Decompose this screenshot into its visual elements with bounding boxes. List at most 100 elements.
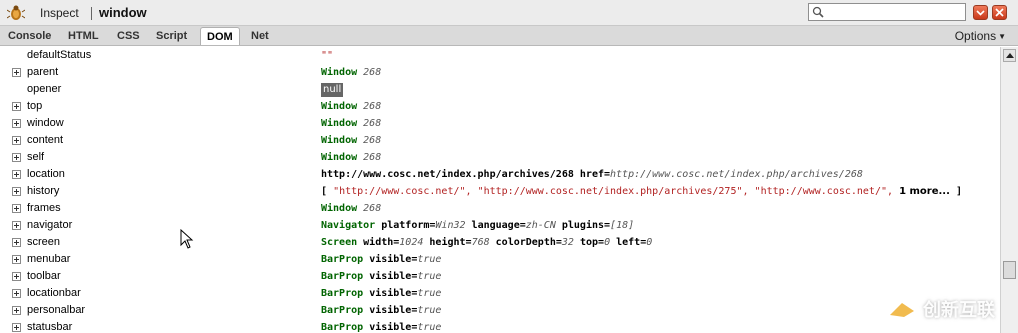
dom-row-personalbar[interactable]: personalbar BarProp visible=true [0,302,1000,319]
dom-prop-name: parent [27,66,59,78]
dom-prop-value[interactable]: http://www.cosc.net/index.php/archives/2… [321,166,863,183]
expand-icon[interactable] [12,153,21,162]
dom-prop-name: locationbar [27,287,81,299]
expand-icon[interactable] [12,136,21,145]
expand-icon[interactable] [12,289,21,298]
expand-icon[interactable] [12,102,21,111]
object-id: 268 [363,203,382,214]
dom-prop-name: statusbar [27,321,73,333]
expand-icon[interactable] [12,221,21,230]
expand-icon[interactable] [12,238,21,247]
dom-prop-value[interactable]: Navigator platform=Win32 language=zh-CN … [321,217,634,234]
dom-prop-value[interactable]: [ "http://www.cosc.net/", "http://www.co… [321,183,962,200]
dom-prop-value[interactable]: BarProp visible=true [321,251,441,268]
object-type: Navigator [321,220,376,231]
minimize-button[interactable] [973,5,988,20]
attr-name: language= [471,220,526,231]
attr-name: height= [429,237,472,248]
dom-prop-value[interactable]: Window 268 [321,132,381,149]
tab-net[interactable]: Net [245,27,275,45]
history-entry: "http://www.cosc.net/", [333,186,472,197]
dom-prop-value[interactable]: Window 268 [321,200,381,217]
expand-icon[interactable] [12,255,21,264]
dom-row-location[interactable]: location http://www.cosc.net/index.php/a… [0,166,1000,183]
attr-value: 0 [604,237,611,248]
dom-row-toolbar[interactable]: toolbar BarProp visible=true [0,268,1000,285]
attr-name: colorDepth= [495,237,562,248]
options-menu[interactable]: Options ▼ [955,27,1006,45]
dom-prop-value[interactable]: BarProp visible=true [321,302,441,319]
firebug-icon[interactable] [7,4,25,22]
attr-value: 768 [471,237,490,248]
dom-prop-value[interactable]: Screen width=1024 height=768 colorDepth=… [321,234,652,251]
tab-css[interactable]: CSS [111,27,146,45]
expand-icon[interactable] [12,187,21,196]
expand-icon[interactable] [12,119,21,128]
dom-row-top[interactable]: top Window 268 [0,98,1000,115]
inspect-button[interactable]: Inspect [34,3,85,23]
object-id: 268 [363,101,382,112]
search-box[interactable] [808,3,966,21]
array-close-bracket: ] [955,186,962,197]
dom-prop-value[interactable]: BarProp visible=true [321,285,441,302]
dom-row-frames[interactable]: frames Window 268 [0,200,1000,217]
minimize-icon [976,10,985,16]
attr-name: href= [579,169,611,180]
close-button[interactable] [992,5,1007,20]
object-type: BarProp [321,322,364,333]
attr-value: true [417,254,442,265]
object-type: Window [321,101,358,112]
breadcrumb-window[interactable]: window [99,3,147,23]
tab-html[interactable]: HTML [62,27,105,45]
tab-console[interactable]: Console [2,27,57,45]
attr-name: visible= [369,322,418,333]
dom-prop-value[interactable]: Window 268 [321,98,381,115]
object-type: Window [321,135,358,146]
attr-name: visible= [369,271,418,282]
scroll-up-button[interactable] [1003,49,1016,62]
object-id: 268 [363,152,382,163]
dom-row-opener[interactable]: opener null [0,81,1000,98]
dom-row-menubar[interactable]: menubar BarProp visible=true [0,251,1000,268]
dom-prop-name: window [27,117,64,129]
null-value: null [321,83,344,97]
dom-prop-name: toolbar [27,270,61,282]
dom-row-history[interactable]: history [ "http://www.cosc.net/", "http:… [0,183,1000,200]
tab-script[interactable]: Script [150,27,193,45]
close-icon [995,8,1004,17]
dom-prop-name: menubar [27,253,71,265]
dom-prop-value[interactable]: Window 268 [321,115,381,132]
object-type: Window [321,67,358,78]
more-link[interactable]: 1 more... [899,186,950,197]
scrollbar-thumb[interactable] [1003,261,1016,279]
dom-row-content[interactable]: content Window 268 [0,132,1000,149]
dom-prop-name: screen [27,236,61,248]
dom-prop-value[interactable]: BarProp visible=true [321,319,441,333]
dom-prop-name: top [27,100,43,112]
object-id: 268 [363,67,382,78]
dom-prop-value[interactable]: BarProp visible=true [321,268,441,285]
expand-icon[interactable] [12,323,21,332]
dom-row-locationbar[interactable]: locationbar BarProp visible=true [0,285,1000,302]
dom-row-window[interactable]: window Window 268 [0,115,1000,132]
dom-row-navigator[interactable]: navigator Navigator platform=Win32 langu… [0,217,1000,234]
dom-row-screen[interactable]: screen Screen width=1024 height=768 colo… [0,234,1000,251]
dom-prop-name: defaultStatus [27,49,92,61]
dom-prop-value: null [321,81,344,98]
tab-dom[interactable]: DOM [200,27,240,45]
dom-row-statusbar[interactable]: statusbar BarProp visible=true [0,319,1000,333]
attr-value: [18] [610,220,635,231]
dom-row-self[interactable]: self Window 268 [0,149,1000,166]
search-input[interactable] [827,5,961,19]
object-type: BarProp [321,254,364,265]
expand-icon[interactable] [12,68,21,77]
dom-row-defaultstatus[interactable]: defaultStatus "" [0,47,1000,64]
expand-icon[interactable] [12,170,21,179]
chevron-down-icon: ▼ [998,32,1006,41]
expand-icon[interactable] [12,204,21,213]
expand-icon[interactable] [12,272,21,281]
dom-prop-value[interactable]: Window 268 [321,149,381,166]
dom-prop-value[interactable]: Window 268 [321,64,381,81]
dom-row-parent[interactable]: parent Window 268 [0,64,1000,81]
expand-icon[interactable] [12,306,21,315]
